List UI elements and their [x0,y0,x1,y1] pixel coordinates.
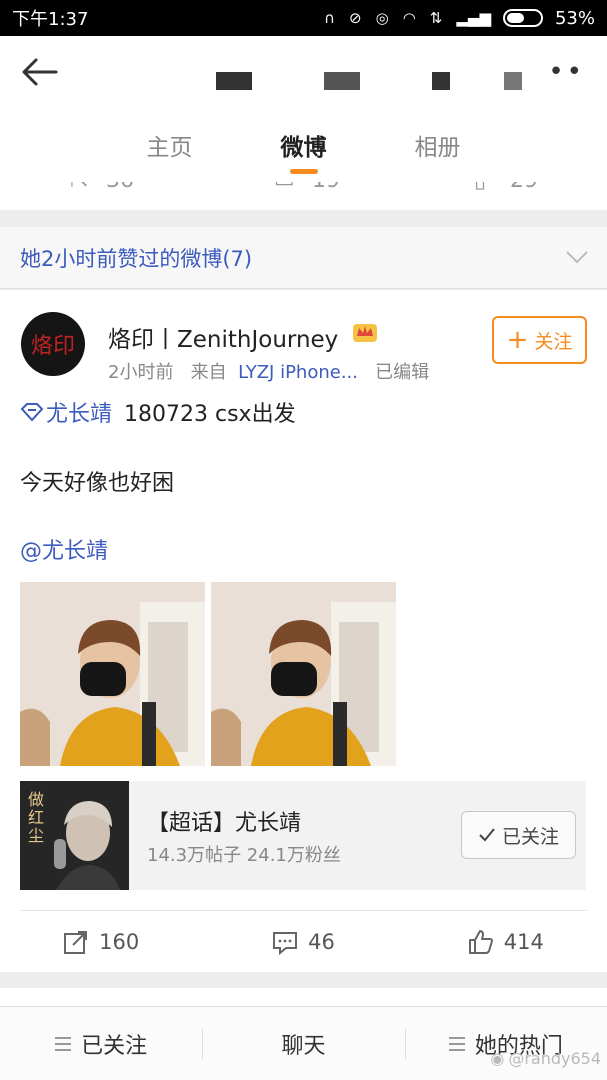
redacted-name-block [504,72,522,90]
comment-icon [273,932,298,955]
data-arrows-icon: ⇅ [429,9,443,27]
weibo-logo-icon: ◉ [490,1049,505,1068]
supertopic-stats: 14.3万帖子 24.1万粉丝 [147,845,341,866]
status-icons: ∩ ⊘ ◎ ◠ ⇅ ▂▄▆ [324,9,491,27]
post-card: 烙印 烙印丨ZenithJourney 2小时前 来自 LYZJ iPhone.… [0,290,607,972]
checkmark-icon [479,828,495,842]
menu-icon [448,1036,465,1051]
redacted-name-block [324,72,360,90]
repost-icon [64,931,88,954]
repost-button[interactable]: 160 [0,912,202,972]
post-from-label: 来自 [190,362,227,383]
post-body: 今天好像也好困 [20,471,175,496]
post-meta: 2小时前 来自 LYZJ iPhone... 已编辑 [108,358,429,384]
hotspot-icon: ◎ [375,9,389,27]
previous-like-count: 29 [510,182,538,193]
supertopic-card[interactable]: 做红尘 【超话】尤长靖 14.3万帖子 24.1万粉丝 已关注 [20,781,586,890]
next-post-card [0,988,607,1008]
thumbs-up-icon [468,930,493,954]
bottom-followed-button[interactable]: 已关注 [0,1007,202,1080]
more-options-icon[interactable]: •• [548,59,585,85]
previous-comment-count: 19 [312,182,340,193]
divider [20,910,587,911]
post-photo[interactable] [20,582,205,766]
battery-icon [502,9,543,27]
avatar[interactable]: 烙印 [21,312,85,376]
topic-text: 180723 csx出发 [124,402,296,427]
like-button[interactable]: 414 [405,912,607,972]
chevron-down-icon[interactable] [565,245,589,269]
previous-repost-count: 36 [106,182,134,193]
repost-icon[interactable]: ⇱ [70,182,88,193]
diamond-icon [20,403,44,422]
liked-section-header[interactable]: 她2小时前赞过的微博(7) [0,227,607,289]
post-topic-line: 尤长靖 180723 csx出发 [20,396,296,428]
vip-crown-icon [353,324,377,342]
supertopic-title: 【超话】尤长靖 [147,811,302,836]
profile-header: •• 主页 微博 相册 [0,36,607,182]
signal-icon: ▂▄▆ [456,9,491,27]
redacted-name-block [216,72,252,90]
profile-tabs: 主页 微博 相册 [0,124,607,182]
comment-button[interactable]: 46 [202,912,404,972]
bottom-chat-button[interactable]: 聊天 [202,1007,404,1080]
headphones-icon: ∩ [324,9,336,27]
status-time: 下午1:37 [12,9,89,30]
supertopic-cover-text: 做红尘 [28,790,45,845]
post-source-link[interactable]: LYZJ iPhone... [238,362,358,383]
comment-icon[interactable]: ▭ [274,182,295,193]
post-username[interactable]: 烙印丨ZenithJourney [108,320,338,354]
post-edited-label: 已编辑 [375,362,430,383]
wifi-icon: ◠ [402,9,416,27]
no-signal-icon: ⊘ [349,9,362,27]
active-tab-indicator [289,169,318,174]
supertopic-cover: 做红尘 [20,781,129,890]
tab-album[interactable]: 相册 [415,124,461,182]
comment-count: 46 [308,930,335,954]
bottom-bar: 已关注 聊天 她的热门 [0,1006,607,1080]
mention-link[interactable]: @尤长靖 [20,533,108,565]
status-bar: 下午1:37 ∩ ⊘ ◎ ◠ ⇅ ▂▄▆ 53% [0,0,607,36]
supertopic-followed-button[interactable]: 已关注 [461,811,576,859]
section-title: 她2小时前赞过的微博(7) [20,247,253,271]
topic-link[interactable]: 尤长靖 [20,396,112,428]
plus-icon: + [506,325,529,355]
back-arrow-icon[interactable] [20,56,60,88]
tab-home[interactable]: 主页 [147,124,193,182]
post-photo[interactable] [211,582,396,766]
like-icon[interactable]: ▯ [474,182,486,193]
bottom-hot-button[interactable]: 她的热门 [404,1007,607,1080]
follow-button[interactable]: + 关注 [492,316,587,364]
menu-icon [55,1036,72,1051]
post-actions: 160 46 414 [0,912,607,972]
watermark: ◉ @randy654 [490,1049,601,1068]
previous-post-actions: ⇱ 36 ▭ 19 ▯ 29 [0,182,607,210]
battery-percent: 53% [554,7,595,29]
redacted-name-block [432,72,450,90]
like-count: 414 [503,930,544,954]
repost-count: 160 [99,930,140,954]
post-time: 2小时前 [108,362,174,383]
tab-weibo[interactable]: 微博 [281,124,327,182]
